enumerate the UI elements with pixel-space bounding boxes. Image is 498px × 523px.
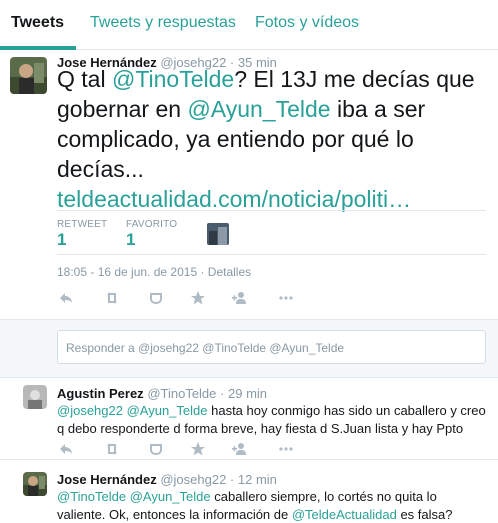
follow-icon[interactable] <box>232 290 248 306</box>
reply-input[interactable]: Responder a @josehg22 @TinoTelde @Ayun_T… <box>57 330 486 364</box>
tweet-actions <box>58 441 298 459</box>
author-handle[interactable]: @josehg22 <box>160 472 226 487</box>
reply-composer: Responder a @josehg22 @TinoTelde @Ayun_T… <box>0 320 498 378</box>
tweet-header: Jose Hernández @josehg22 · 12 min <box>57 472 277 487</box>
retweets-count[interactable]: 1 <box>57 230 66 250</box>
more-icon[interactable] <box>278 290 294 306</box>
tweet-text-part: es falsa? <box>396 507 453 522</box>
avatar[interactable] <box>10 57 47 94</box>
tab-tweets[interactable]: Tweets <box>11 14 64 32</box>
mention-josehg22[interactable]: @josehg22 <box>57 403 123 418</box>
profile-tabs: Tweets Tweets y respuestas Fotos y vídeo… <box>0 0 498 50</box>
tweet-text: Q tal @TinoTelde? El 13J me decías que g… <box>57 64 477 214</box>
favorite-icon[interactable] <box>148 290 164 306</box>
mention-ayun-telde[interactable]: @Ayun_Telde <box>187 96 330 122</box>
tab-tweets-and-replies[interactable]: Tweets y respuestas <box>90 14 236 32</box>
tab-photos-videos[interactable]: Fotos y vídeos <box>255 14 359 32</box>
avatar[interactable] <box>23 385 47 409</box>
reply-icon[interactable] <box>58 290 74 306</box>
tweet-text: @TinoTelde @Ayun_Telde caballero siempre… <box>57 488 487 523</box>
avatar[interactable] <box>23 472 47 496</box>
author-handle[interactable]: @TinoTelde <box>147 386 216 401</box>
retweet-icon[interactable] <box>104 441 120 457</box>
mention-tinotelde[interactable]: @TinoTelde <box>112 66 234 92</box>
follow-icon[interactable] <box>232 441 248 457</box>
mention-ayun-telde[interactable]: @Ayun_Telde <box>127 403 208 418</box>
separator: · <box>229 472 235 487</box>
favorite-icon[interactable] <box>148 441 164 457</box>
mention-ayun-telde[interactable]: @Ayun_Telde <box>130 489 211 504</box>
divider <box>57 254 486 255</box>
mention-teldeactualidad[interactable]: @TeldeActualidad <box>292 507 397 522</box>
tweet-link[interactable]: teldeactualidad.com/noticia/politi… <box>57 186 411 212</box>
retweets-label: RETWEET <box>57 219 108 230</box>
tweet-text-part: Q tal <box>57 66 112 92</box>
star-icon[interactable] <box>190 441 206 457</box>
tweet-header: Agustin Perez @TinoTelde · 29 min <box>57 386 267 401</box>
favorited-by-avatar[interactable] <box>207 223 229 245</box>
tweet-time[interactable]: 12 min <box>238 472 277 487</box>
reply-tweet[interactable]: Jose Hernández @josehg22 · 12 min @TinoT… <box>0 460 498 523</box>
reply-icon[interactable] <box>58 441 74 457</box>
retweet-icon[interactable] <box>104 290 120 306</box>
author-name[interactable]: Jose Hernández <box>57 472 157 487</box>
tweet-text: @josehg22 @Ayun_Telde hasta hoy conmigo … <box>57 402 487 438</box>
tweet-timestamp[interactable]: 18:05 - 16 de jun. de 2015 · Detalles <box>57 265 251 279</box>
star-icon[interactable] <box>190 290 206 306</box>
separator: · <box>220 386 225 401</box>
tweet-actions <box>58 290 298 308</box>
favorites-count[interactable]: 1 <box>126 230 135 250</box>
divider <box>57 210 486 211</box>
more-icon[interactable] <box>278 441 294 457</box>
tweet-time[interactable]: 29 min <box>228 386 267 401</box>
mention-tinotelde[interactable]: @TinoTelde <box>57 489 126 504</box>
favorites-label: FAVORITO <box>126 219 178 230</box>
expanded-tweet: Jose Hernández @josehg22 · 35 min Q tal … <box>0 50 498 320</box>
author-name[interactable]: Agustin Perez <box>57 386 144 401</box>
reply-tweet[interactable]: Agustin Perez @TinoTelde · 29 min @joseh… <box>0 378 498 460</box>
